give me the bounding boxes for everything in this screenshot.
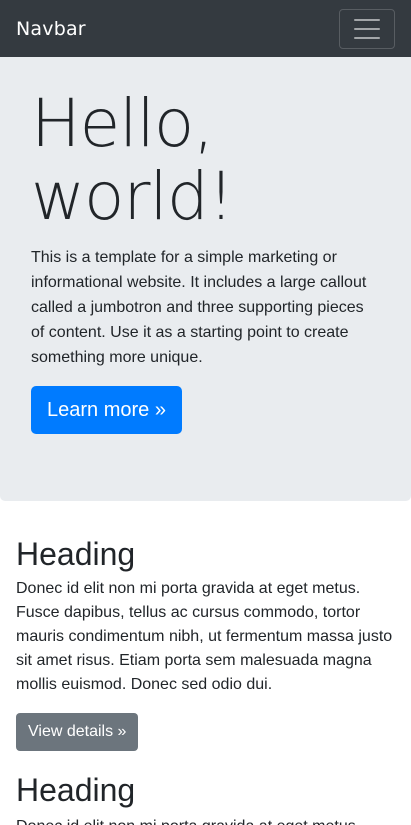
section-heading: Heading (16, 536, 136, 572)
section-heading: Heading (16, 772, 136, 808)
content-section: Heading Donec id elit non mi porta gravi… (0, 501, 411, 825)
learn-more-button[interactable]: Learn more » (31, 386, 182, 434)
navbar-toggler-button[interactable] (339, 8, 395, 49)
jumbotron: Hello, world! This is a template for a s… (0, 57, 411, 501)
jumbotron-title-line1: Hello, (31, 85, 214, 162)
jumbotron-text: This is a template for a simple marketin… (31, 249, 367, 366)
section-text: Donec id elit non mi porta gravida at eg… (16, 815, 398, 825)
jumbotron-title: Hello, world! (31, 87, 351, 233)
navbar: Navbar (0, 0, 411, 57)
jumbotron-title-line2: world! (31, 158, 234, 235)
view-details-button[interactable]: View details » (16, 713, 139, 751)
hamburger-menu-icon (354, 18, 380, 21)
section-text: Donec id elit non mi porta gravida at eg… (16, 580, 393, 693)
navbar-brand[interactable]: Navbar (16, 18, 86, 40)
